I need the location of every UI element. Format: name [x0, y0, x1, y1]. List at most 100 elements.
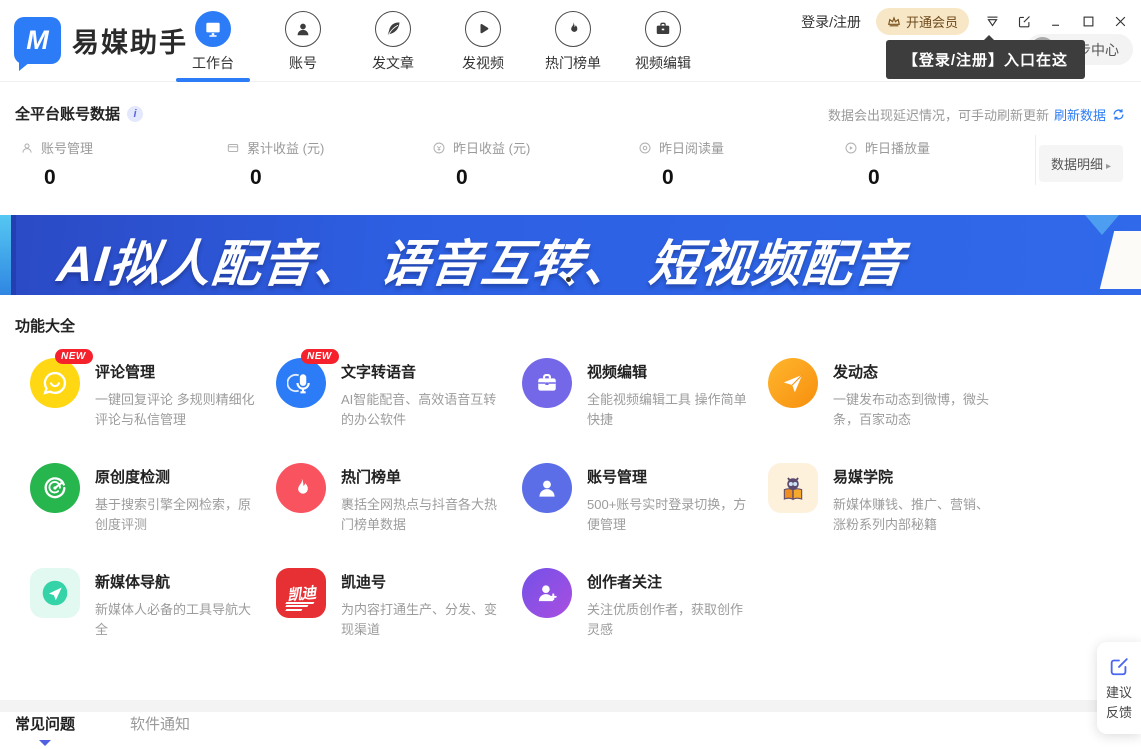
feature-card-account-manage[interactable]: 账号管理 500+账号实时登录切换，方便管理: [522, 463, 768, 568]
feature-card-hot-list[interactable]: 热门榜单 裹括全网热点与抖音各大热门榜单数据: [276, 463, 522, 568]
feature-card-creator-follow[interactable]: 创作者关注 关注优质创作者，获取创作灵感: [522, 568, 768, 673]
tab-faq[interactable]: 常见问题: [15, 713, 75, 734]
stats-title: 全平台账号数据: [15, 103, 120, 124]
app-window: M 易媒助手 工作台 账号 发文章: [0, 0, 1141, 749]
feature-title: 评论管理: [95, 361, 263, 382]
stat-value: 0: [44, 166, 226, 190]
nav-item-hot-list[interactable]: 热门榜单: [528, 11, 618, 73]
owl-book-icon: [768, 463, 818, 513]
nav-item-publish-video[interactable]: 发视频: [438, 11, 528, 73]
feature-card-comment-manage[interactable]: NEW 评论管理 一键回复评论 多规则精细化评论与私信管理: [30, 358, 276, 463]
promo-banner[interactable]: AI拟人配音、 语音互转、 短视频配音: [0, 215, 1141, 295]
feature-desc: 为内容打通生产、分发、变现渠道: [341, 600, 509, 639]
nav-label: 视频编辑: [635, 53, 691, 73]
maximize-icon[interactable]: [1080, 13, 1097, 30]
feature-card-originality-check[interactable]: 原创度检测 基于搜索引擎全网检索，原创度评测: [30, 463, 276, 568]
feature-desc: 一键发布动态到微博，微头条，百家动态: [833, 390, 1001, 429]
banner-shape: [1100, 231, 1141, 289]
stats-row: 账号管理 0 累计收益 (元) 0 昨日收益 (元) 0: [20, 138, 1050, 190]
feature-desc: 新媒体赚钱、推广、营销、涨粉系列内部秘籍: [833, 495, 1001, 534]
refresh-icon[interactable]: [1111, 107, 1126, 122]
feature-desc: 500+账号实时登录切换，方便管理: [587, 495, 755, 534]
stat-value: 0: [662, 166, 844, 190]
feedback-label-line2: 反馈: [1106, 703, 1132, 723]
footer-tabs: 常见问题 软件通知: [15, 713, 190, 734]
feature-desc: 全能视频编辑工具 操作简单快捷: [587, 390, 755, 429]
section-divider: [0, 700, 1141, 712]
wallet-icon: [226, 141, 240, 155]
stat-value: 0: [868, 166, 1050, 190]
data-detail-button[interactable]: 数据明细▸: [1039, 145, 1123, 182]
new-badge: NEW: [301, 349, 339, 364]
feature-card-post-moments[interactable]: 发动态 一键发布动态到微博，微头条，百家动态: [768, 358, 1014, 463]
stat-value: 0: [250, 166, 432, 190]
feature-title: 新媒体导航: [95, 571, 263, 592]
stat-total-income: 累计收益 (元) 0: [226, 138, 432, 190]
nav-item-workbench[interactable]: 工作台: [168, 11, 258, 73]
feature-card-kaidi[interactable]: 凯迪 凯迪号 为内容打通生产、分发、变现渠道: [276, 568, 522, 673]
feature-title: 凯迪号: [341, 571, 509, 592]
vip-button[interactable]: 开通会员: [876, 8, 969, 35]
user-icon: [285, 11, 321, 47]
active-tab-indicator: [176, 78, 250, 82]
feature-card-text-to-speech[interactable]: NEW 文字转语音 AI智能配音、高效语音互转的办公软件: [276, 358, 522, 463]
stat-yesterday-income: 昨日收益 (元) 0: [432, 138, 638, 190]
nav-label: 热门榜单: [545, 53, 601, 73]
microphone-icon: NEW: [276, 358, 326, 408]
user-plus-icon: [522, 568, 572, 618]
feature-card-yimei-academy[interactable]: 易媒学院 新媒体赚钱、推广、营销、涨粉系列内部秘籍: [768, 463, 1014, 568]
navigation-icon: [30, 568, 80, 618]
vip-label: 开通会员: [906, 12, 958, 31]
new-badge: NEW: [55, 349, 93, 364]
paper-plane-icon: [768, 358, 818, 408]
comment-icon: NEW: [30, 358, 80, 408]
toolbox-icon: [645, 11, 681, 47]
flame-icon: [276, 463, 326, 513]
feature-card-newmedia-nav[interactable]: 新媒体导航 新媒体人必备的工具导航大全: [30, 568, 276, 673]
feature-title: 热门榜单: [341, 466, 509, 487]
nav-item-video-editor[interactable]: 视频编辑: [618, 11, 708, 73]
crown-icon: [887, 15, 901, 29]
edit-icon: [1108, 655, 1130, 677]
feature-title: 创作者关注: [587, 571, 755, 592]
feature-card-video-edit[interactable]: 视频编辑 全能视频编辑工具 操作简单快捷: [522, 358, 768, 463]
banner-headline: AI拟人配音、 语音互转、 短视频配音: [54, 224, 908, 295]
edit-icon[interactable]: [1016, 13, 1033, 30]
read-icon: [638, 141, 652, 155]
carousel-dot[interactable]: [566, 277, 571, 282]
play-circle-icon: [844, 141, 858, 155]
play-icon: [465, 11, 501, 47]
feature-title: 发动态: [833, 361, 1001, 382]
stat-value: 0: [456, 166, 638, 190]
info-icon[interactable]: i: [127, 106, 143, 122]
flame-icon: [555, 11, 591, 47]
feedback-button[interactable]: 建议 反馈: [1097, 642, 1141, 734]
toolbox-icon: [522, 358, 572, 408]
tab-software-notice[interactable]: 软件通知: [130, 713, 190, 734]
nav-label: 发视频: [462, 53, 504, 73]
nav-label: 账号: [289, 53, 317, 73]
refresh-data-link[interactable]: 刷新数据: [1054, 105, 1106, 124]
nav-item-publish-article[interactable]: 发文章: [348, 11, 438, 73]
feedback-label-line1: 建议: [1106, 683, 1132, 703]
close-icon[interactable]: [1112, 13, 1129, 30]
caret-right-icon: ▸: [1106, 161, 1111, 172]
nav-label: 工作台: [192, 53, 234, 73]
minimize-icon[interactable]: [1048, 13, 1065, 30]
features-title: 功能大全: [15, 315, 75, 336]
kaidi-logo-lines: [286, 600, 316, 611]
divider: [1035, 135, 1036, 185]
feature-desc: AI智能配音、高效语音互转的办公软件: [341, 390, 509, 429]
login-register-link[interactable]: 登录/注册: [801, 12, 861, 32]
feature-title: 文字转语音: [341, 361, 509, 382]
stat-yesterday-reads: 昨日阅读量 0: [638, 138, 844, 190]
feature-desc: 关注优质创作者，获取创作灵感: [587, 600, 755, 639]
feature-desc: 基于搜索引擎全网检索，原创度评测: [95, 495, 263, 534]
login-tooltip: 【登录/注册】入口在这: [886, 40, 1085, 79]
feather-icon: [375, 11, 411, 47]
stat-account-manage: 账号管理 0: [20, 138, 226, 190]
nav-item-accounts[interactable]: 账号: [258, 11, 348, 73]
data-detail-label: 数据明细: [1051, 157, 1103, 172]
monitor-icon: [195, 11, 231, 47]
feature-desc: 一键回复评论 多规则精细化评论与私信管理: [95, 390, 263, 429]
